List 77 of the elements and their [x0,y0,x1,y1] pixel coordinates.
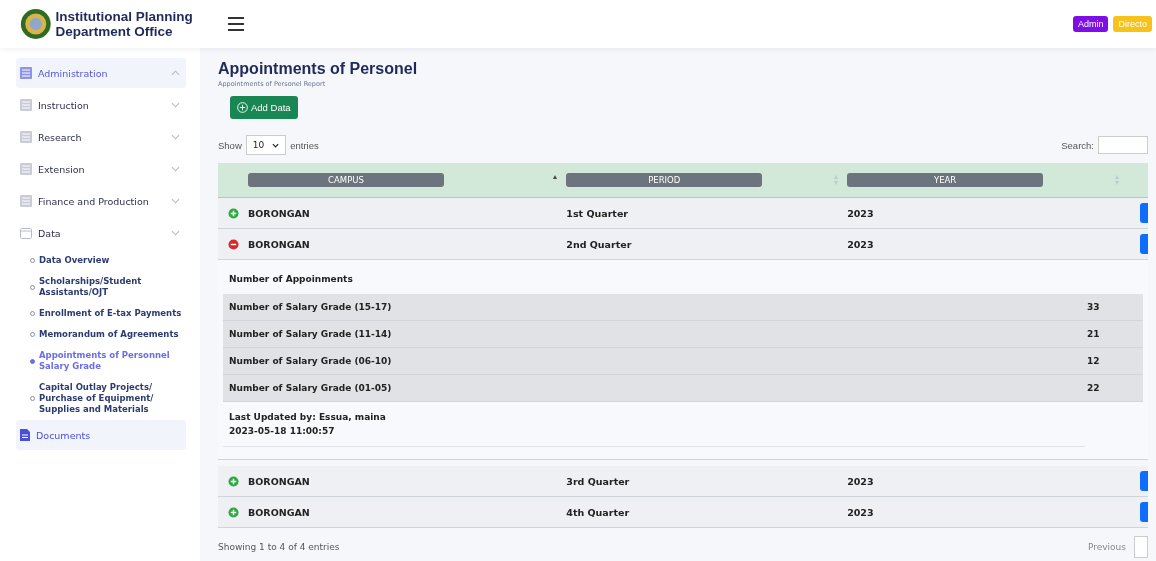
search-label: Search: [1061,139,1094,151]
entries-info: Showing 1 to 4 of 4 entries [218,542,340,552]
sidebar-item[interactable]: Extension [16,154,186,184]
collapse-icon[interactable] [227,238,239,250]
list-icon [20,131,32,143]
list-icon [20,67,32,79]
sidebar-item[interactable]: Documents [16,420,186,450]
page-button[interactable] [1134,536,1148,558]
table-cell-text: BORONGAN [248,238,311,250]
list-icon [20,195,32,207]
entries-label: entries [290,139,319,151]
table-cell-text: 21 [1087,329,1101,339]
expand-icon[interactable] [227,475,239,487]
sidebar-item[interactable]: Finance and Production [16,186,186,216]
page-title: Appointments of Personel [218,60,419,78]
table-cell-text: 12 [1087,356,1101,366]
updated-timestamp: 2023-05-18 11:00:57 [229,425,335,438]
column-header[interactable]: CAMPUS [248,173,444,187]
sidebar-subitem[interactable]: Data Overview [16,250,186,271]
caret-icon [171,166,180,172]
table-cell-text: 2nd Quarter [566,238,633,250]
action-button[interactable] [1140,502,1148,522]
list-icon [20,163,32,175]
table-cell-text: Number of Salary Grade (15-17) [229,302,393,312]
caret-icon [171,134,180,140]
page-size-select[interactable]: 10 [245,135,287,155]
table-cell-text: BORONGAN [248,207,311,219]
sidebar-item[interactable]: Administration [16,58,186,88]
caret-icon [171,102,180,108]
app-title: Institutional Planning Department Office [55,9,194,39]
sidebar-item[interactable]: Instruction [16,90,186,120]
detail-heading: Number of Appoinments [228,273,354,286]
menu-icon[interactable] [228,17,244,31]
caret-icon [171,230,180,236]
sidebar-subitem[interactable]: Appointments of Personnel Salary Grade [16,345,186,377]
expand-icon[interactable] [227,506,239,518]
column-header[interactable]: YEAR [847,173,1044,187]
action-button[interactable] [1140,203,1148,223]
sidebar-item[interactable]: Data [16,218,186,248]
role-badge: Directo [1113,16,1152,32]
expand-icon[interactable] [227,207,239,219]
sidebar-subitem[interactable]: Enrollment of E-tax Payments [16,303,186,324]
caret-icon [171,198,180,204]
table-cell-text: BORONGAN [248,506,311,518]
caret-icon [171,70,180,76]
column-header[interactable]: PERIOD [566,173,763,187]
table-cell-text: 2023 [847,238,875,250]
sidebar-item[interactable]: Research [16,122,186,152]
table-cell-text: 2023 [847,207,875,219]
table-cell-text: 4th Quarter [566,506,631,518]
list-icon [20,99,32,111]
table-cell-text: Number of Salary Grade (06-10) [229,356,393,366]
last-updated-text: Last Updated by: Essua, maina [229,411,386,424]
add-data-button[interactable]: Add Data [230,96,298,119]
table-cell-text: 22 [1087,383,1101,393]
table-cell-text: BORONGAN [248,475,311,487]
chevron-down-icon [272,142,280,148]
table-cell-text: 2023 [847,475,875,487]
table-cell-text: 3rd Quarter [566,475,631,487]
sidebar-subitem[interactable]: Memorandum of Agreements [16,324,186,345]
table-cell-text: 33 [1087,302,1101,312]
table-cell-text: Number of Salary Grade (01-05) [229,383,393,393]
show-label: Show [218,139,242,151]
table-cell-text: 2023 [847,506,875,518]
calendar-icon [20,227,32,239]
document-icon [20,429,30,441]
seal-logo [20,7,52,41]
search-field[interactable] [1098,136,1148,154]
table-cell-text: 1st Quarter [566,207,629,219]
sidebar-subitem[interactable]: Capital Outlay Projects/ Purchase of Equipment/ Supplies and Materials [16,377,186,420]
previous-button[interactable]: Previous [1087,542,1126,552]
action-button[interactable] [1140,471,1148,491]
action-button[interactable] [1140,234,1148,254]
table-cell-text: Number of Salary Grade (11-14) [229,329,393,339]
plus-circle-icon [237,102,248,113]
sidebar-subitem[interactable]: Scholarships/Student Assistants/OJT [16,271,186,303]
role-badge: Admin [1072,16,1109,32]
